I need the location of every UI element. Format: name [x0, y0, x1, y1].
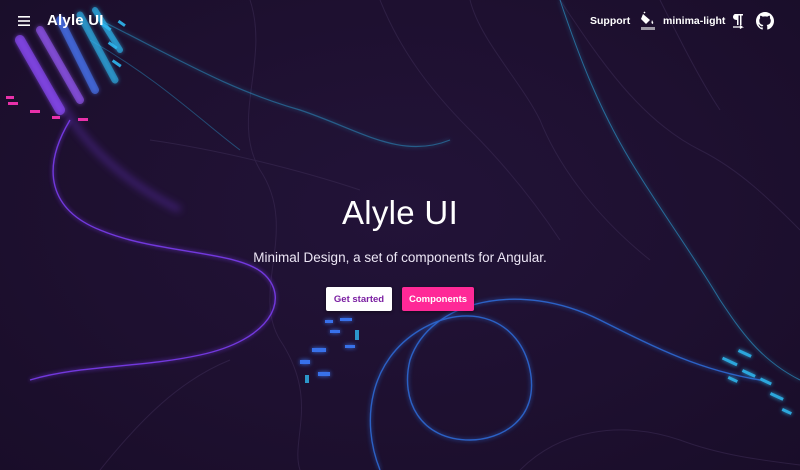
top-app-bar: Alyle UI Support minima-light	[0, 0, 800, 44]
text-direction-button[interactable]	[731, 13, 745, 30]
paint-bucket-icon	[640, 11, 656, 31]
app-root: Alyle UI Support minima-light Alyle UI M…	[0, 0, 800, 470]
support-link[interactable]: Support	[590, 15, 630, 27]
hero-subtitle: Minimal Design, a set of components for …	[253, 250, 547, 265]
background-artwork	[6, 0, 800, 470]
theme-selector-button[interactable]: minima-light	[640, 10, 725, 32]
menu-icon	[18, 16, 30, 26]
hero-title: Alyle UI	[341, 194, 459, 231]
components-button[interactable]: Components	[402, 287, 474, 311]
text-direction-icon	[733, 14, 744, 30]
github-icon	[756, 12, 774, 30]
get-started-button[interactable]: Get started	[326, 287, 392, 311]
github-link[interactable]	[756, 12, 774, 30]
brand-title[interactable]: Alyle UI	[47, 12, 104, 29]
theme-name: minima-light	[663, 15, 726, 27]
menu-button[interactable]	[12, 9, 36, 33]
